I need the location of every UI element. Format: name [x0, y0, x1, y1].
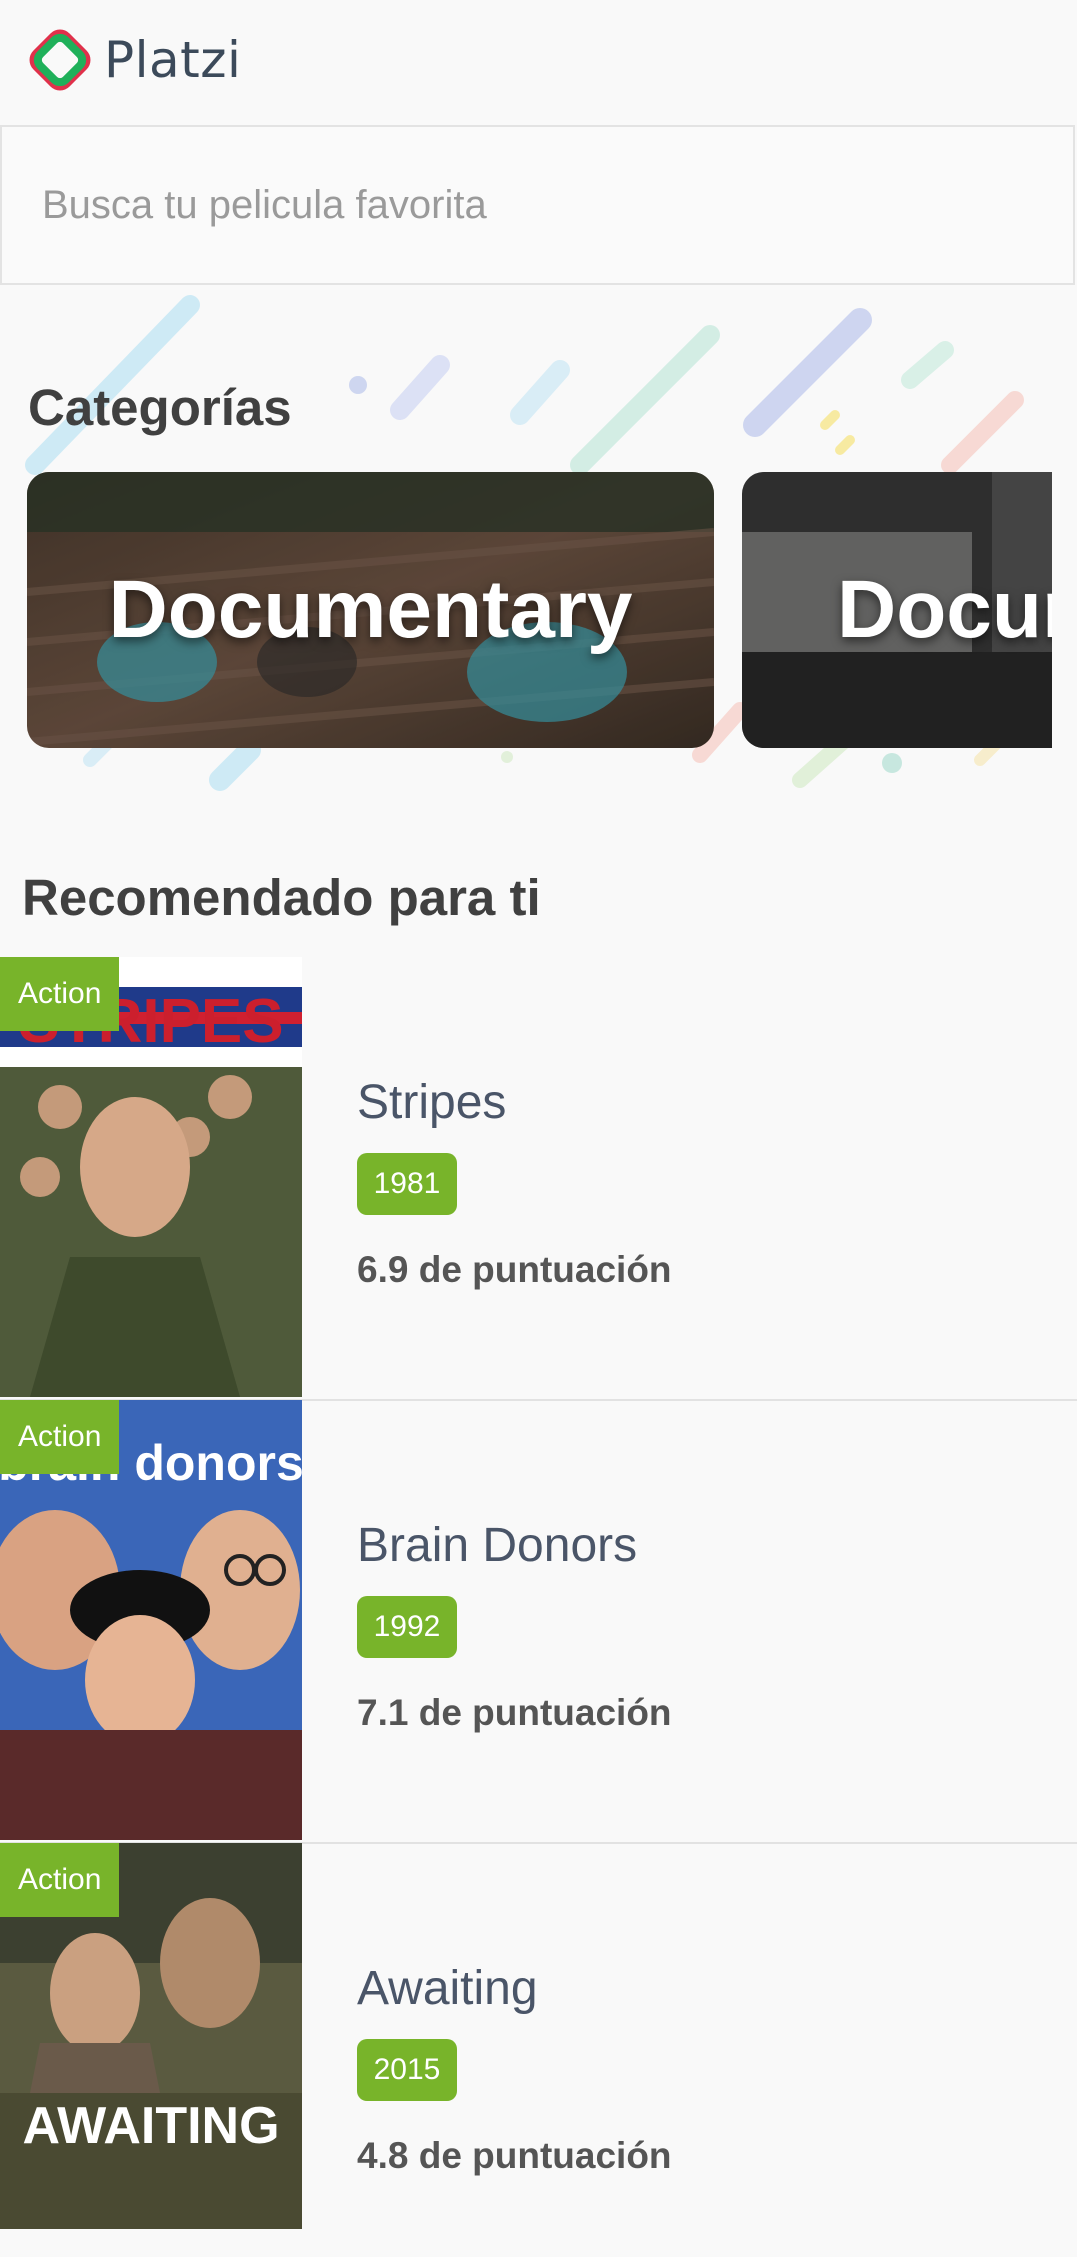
category-label: Documentary	[108, 564, 633, 655]
year-badge: 1992	[357, 1596, 457, 1658]
movie-poster[interactable]: AWAITING Action	[0, 1843, 302, 2229]
recommended-title: Recomendado para ti	[22, 869, 541, 926]
genre-badge: Action	[0, 957, 120, 1031]
movie-title: Awaiting	[357, 1962, 538, 2015]
platzi-logo-icon	[29, 29, 91, 91]
movie-score: 4.8 de puntuación	[357, 2135, 672, 2176]
categories-section: Categorías Documentary Docur	[0, 290, 1077, 810]
poster-title: AWAITING	[22, 2097, 279, 2155]
movie-poster[interactable]: brain donors Action	[0, 1400, 302, 1840]
movie-score: 6.9 de puntuación	[357, 1249, 672, 1290]
movie-card-brain-donors[interactable]: brain donors Action Brain Donors 1992 7.…	[0, 1400, 1077, 1844]
movie-title: Stripes	[357, 1076, 507, 1129]
brand-name: Platzi	[104, 31, 242, 89]
categories-title: Categorías	[28, 379, 292, 436]
category-card-documentary[interactable]: Documentary	[27, 472, 714, 748]
category-card-documentary-2[interactable]: Docur	[742, 472, 1052, 748]
movie-poster[interactable]: STRIPES Action	[0, 957, 302, 1397]
genre-badge: Action	[0, 1400, 120, 1474]
platzi-logo[interactable]: Platzi	[24, 24, 241, 96]
movie-score: 7.1 de puntuación	[357, 1692, 672, 1733]
app-header: Platzi	[0, 0, 1077, 124]
category-label: Docur	[837, 564, 1052, 655]
search-input[interactable]	[2, 127, 1073, 283]
movie-card-stripes[interactable]: STRIPES Action Stripes 1981 6.9 de puntu…	[0, 957, 1077, 1401]
genre-badge: Action	[0, 1843, 120, 1917]
movie-title: Brain Donors	[357, 1519, 638, 1572]
search-bar	[0, 125, 1075, 285]
movie-card-awaiting[interactable]: AWAITING Action Awaiting 2015 4.8 de pun…	[0, 1843, 1077, 2229]
year-badge: 2015	[357, 2039, 457, 2101]
year-badge: 1981	[357, 1153, 457, 1215]
